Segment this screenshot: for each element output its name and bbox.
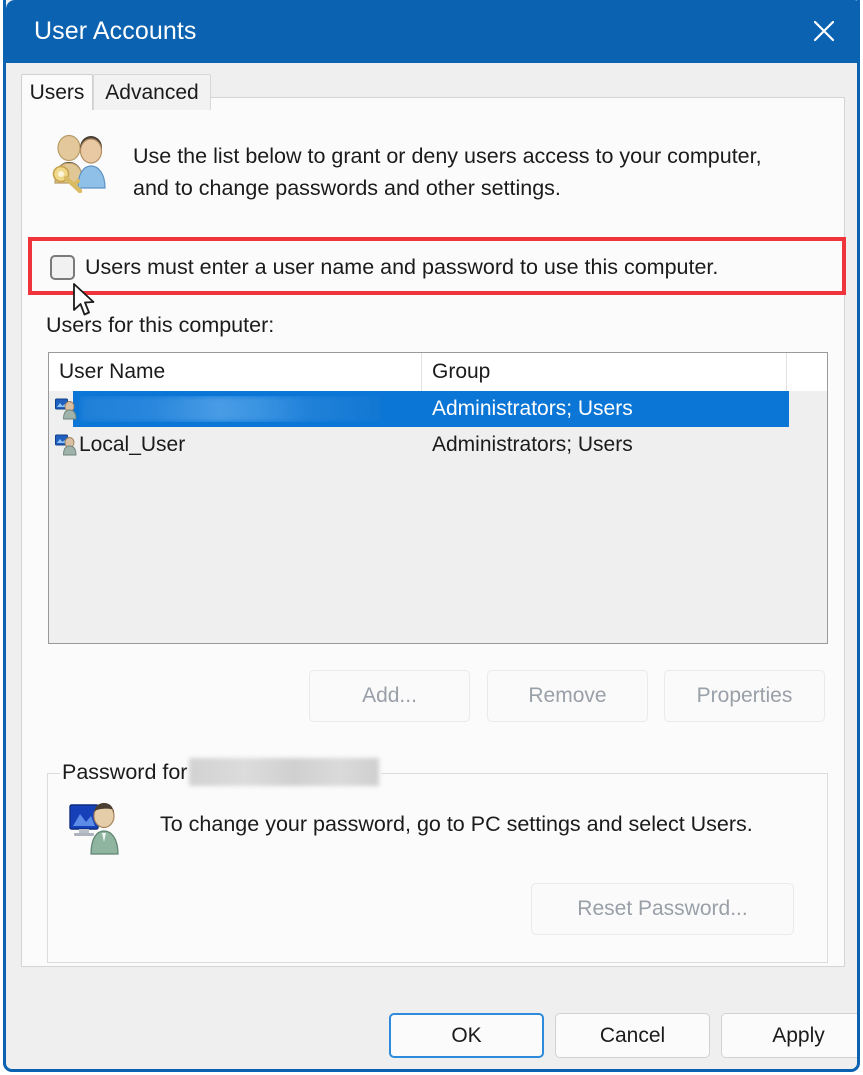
column-header-extra[interactable] <box>787 353 827 391</box>
require-password-checkbox[interactable] <box>50 254 75 280</box>
users-key-icon <box>45 131 111 194</box>
reset-password-button[interactable]: Reset Password... <box>531 883 794 935</box>
require-password-checkbox-label: Users must enter a user name and passwor… <box>85 254 719 279</box>
close-icon[interactable] <box>793 0 855 61</box>
redaction-blur <box>189 758 380 786</box>
password-instruction-text: To change your password, go to PC settin… <box>160 812 753 836</box>
table-row[interactable]: Local_User Administrators; Users <box>49 427 827 463</box>
password-groupbox-legend: Password for <box>60 758 382 786</box>
column-header-user-name[interactable]: User Name <box>49 353 422 391</box>
user-icon <box>55 434 77 456</box>
user-icon <box>55 398 77 420</box>
password-groupbox-legend-label: Password for <box>62 759 188 784</box>
tab-users[interactable]: Users <box>21 74 93 110</box>
user-name-redacted <box>79 396 424 422</box>
properties-button[interactable]: Properties <box>664 670 825 722</box>
users-listview-header: User Name Group <box>49 353 827 391</box>
description-line-1: Use the list below to grant or deny user… <box>133 144 762 168</box>
user-name: Local_User <box>79 433 186 456</box>
remove-button-label: Remove <box>528 684 607 707</box>
user-accounts-window: User Accounts Users Advanced Use the lis… <box>3 0 860 1072</box>
users-listview-body: Administrators; Users Local_User Adminis… <box>49 391 827 463</box>
ok-button-label: OK <box>451 1023 482 1047</box>
window-title: User Accounts <box>34 17 197 45</box>
user-group: Administrators; Users <box>432 397 633 420</box>
reset-password-button-label: Reset Password... <box>577 897 748 920</box>
user-group: Administrators; Users <box>432 433 633 456</box>
ok-button[interactable]: OK <box>389 1013 544 1058</box>
apply-button[interactable]: Apply <box>721 1013 857 1058</box>
table-row[interactable]: Administrators; Users <box>49 391 827 427</box>
remove-button[interactable]: Remove <box>487 670 648 722</box>
require-password-checkbox-row[interactable]: Users must enter a user name and passwor… <box>50 252 718 282</box>
tab-advanced-label: Advanced <box>105 80 199 104</box>
add-button-label: Add... <box>362 684 417 707</box>
properties-button-label: Properties <box>696 684 793 707</box>
description-text: Use the list below to grant or deny user… <box>133 140 823 204</box>
cancel-button-label: Cancel <box>599 1023 666 1047</box>
tab-users-label: Users <box>29 80 85 104</box>
add-button[interactable]: Add... <box>309 670 470 722</box>
apply-button-label: Apply <box>772 1023 825 1047</box>
user-monitor-icon <box>69 802 125 856</box>
redaction-blur <box>81 396 381 422</box>
window-titlebar: User Accounts <box>6 0 857 63</box>
tab-advanced[interactable]: Advanced <box>93 74 211 110</box>
cancel-button[interactable]: Cancel <box>555 1013 710 1058</box>
description-line-2: and to change passwords and other settin… <box>133 176 561 200</box>
column-header-group[interactable]: Group <box>422 353 787 391</box>
users-list-caption: Users for this computer: <box>46 313 275 337</box>
users-listview[interactable]: User Name Group Administrators; Users Lo… <box>48 352 828 644</box>
